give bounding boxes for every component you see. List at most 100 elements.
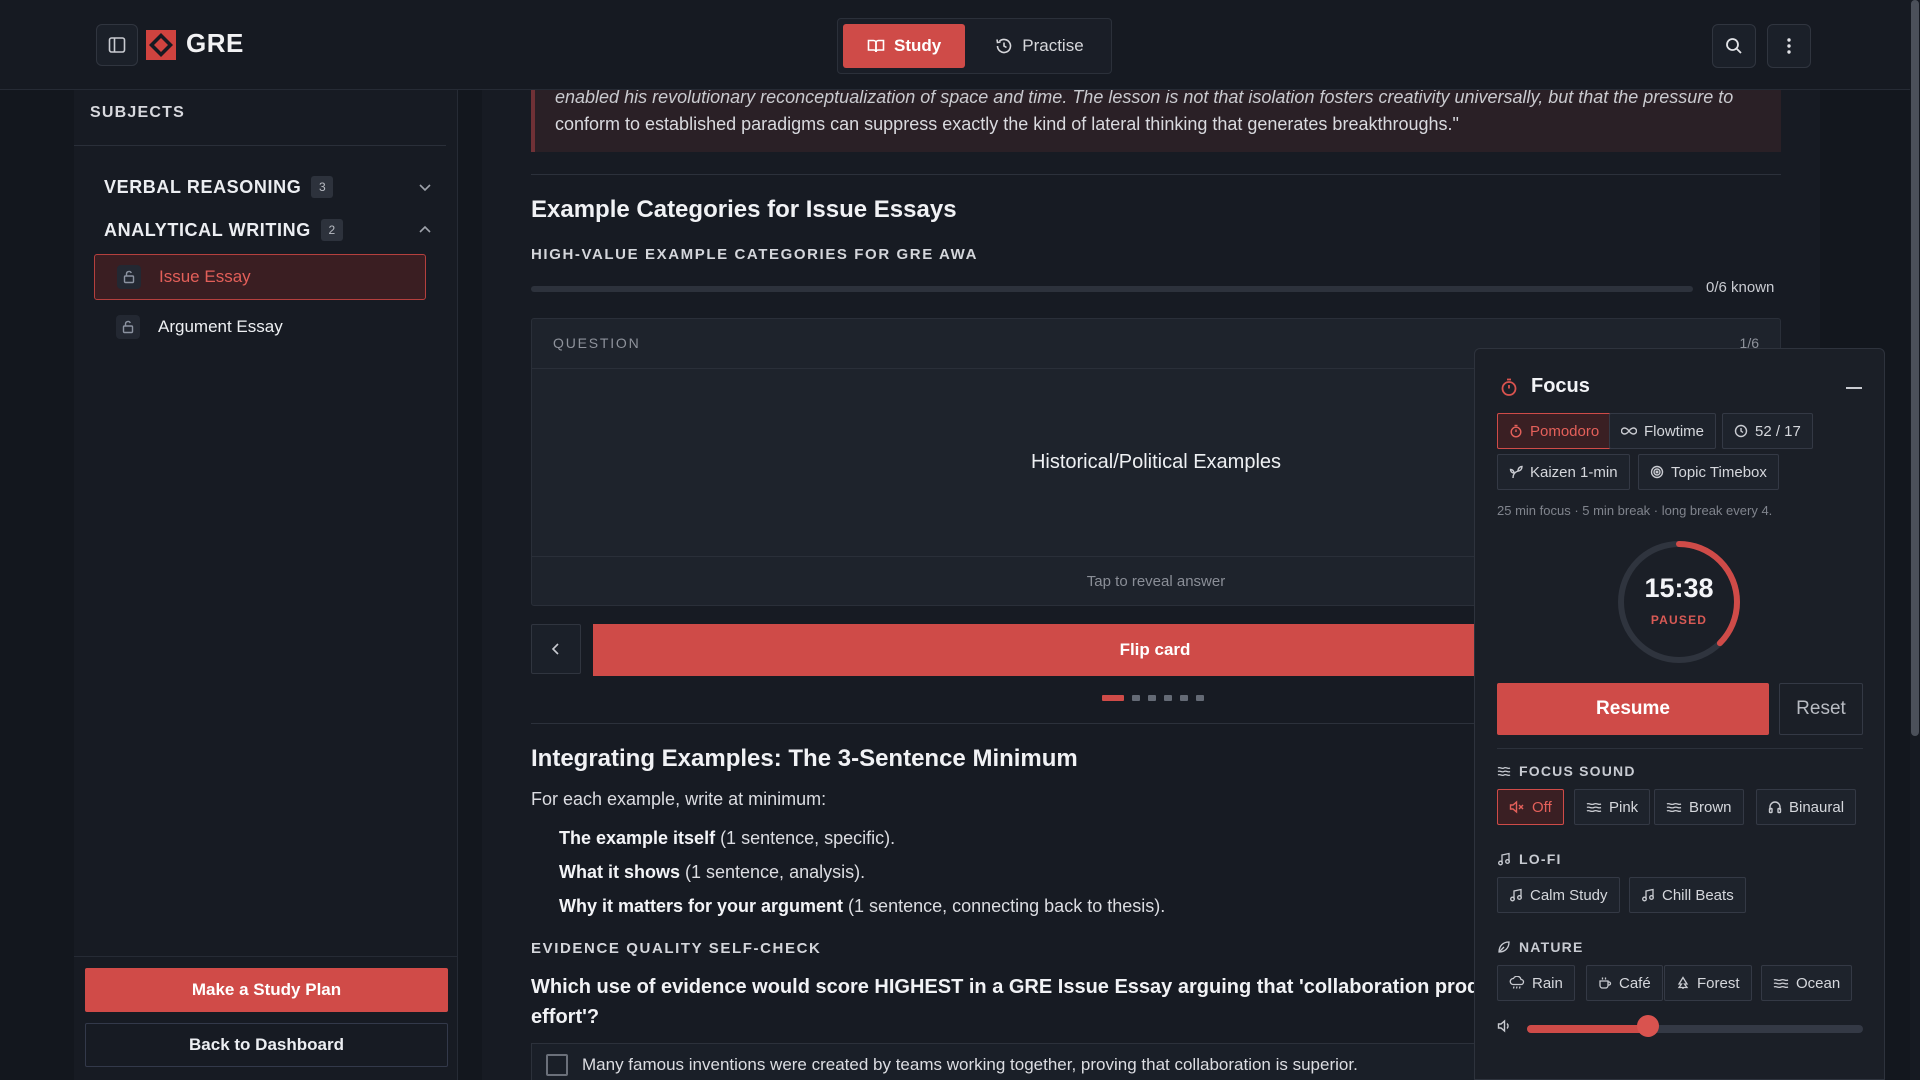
nature-ocean[interactable]: Ocean — [1761, 965, 1853, 1001]
sound-binaural[interactable]: Binaural — [1756, 789, 1857, 825]
tab-practise[interactable]: Practise — [971, 24, 1107, 68]
waves-icon — [1666, 802, 1682, 813]
quote-line: enabled his revolutionary reconceptualiz… — [555, 90, 1734, 107]
chip-label: Forest — [1697, 974, 1740, 992]
focus-panel: Focus Pomodoro Flowtime 52 / 17 Kaizen 1… — [1474, 348, 1885, 1080]
sidebar-item-issue-essay[interactable]: Issue Essay — [94, 254, 426, 300]
list-item-bold: Why it matters for your argument — [559, 896, 844, 916]
group-verbal-reasoning[interactable]: VERBAL REASONING 3 — [104, 169, 434, 205]
lofi-calm-study[interactable]: Calm Study — [1497, 877, 1620, 913]
deck-title: HIGH-VALUE EXAMPLE CATEGORIES FOR GRE AW… — [531, 246, 979, 263]
chip-label: Ocean — [1796, 974, 1841, 992]
waves-icon — [1773, 978, 1789, 989]
sound-off[interactable]: Off — [1497, 789, 1564, 825]
reset-button[interactable]: Reset — [1779, 683, 1863, 735]
list-item-bold: The example itself — [559, 828, 716, 848]
sprout-icon — [1509, 465, 1523, 479]
section-label: FOCUS SOUND — [1519, 763, 1636, 779]
technique-pomodoro[interactable]: Pomodoro — [1497, 413, 1612, 449]
focus-divider — [1497, 748, 1863, 749]
group-label: VERBAL REASONING — [104, 176, 302, 197]
chip-label: 52 / 17 — [1755, 422, 1801, 440]
sound-pink[interactable]: Pink — [1574, 789, 1651, 825]
deck-progress-bar — [531, 286, 1693, 292]
quote-block: enabled his revolutionary reconceptualiz… — [531, 90, 1781, 152]
tab-practise-label: Practise — [1022, 36, 1084, 55]
sidebar-item-argument-essay[interactable]: Argument Essay — [94, 304, 426, 350]
sound-brown[interactable]: Brown — [1654, 789, 1744, 825]
chip-label: Chill Beats — [1662, 886, 1734, 904]
infinity-icon — [1621, 427, 1637, 435]
cloud-rain-icon — [1509, 976, 1525, 989]
lock-open-icon — [117, 265, 141, 289]
pagination-dot[interactable] — [1180, 695, 1188, 701]
mode-switch: Study Practise — [837, 18, 1112, 74]
nature-rain[interactable]: Rain — [1497, 965, 1575, 1001]
more-menu-button[interactable] — [1767, 24, 1811, 68]
list-item: What it shows (1 sentence, analysis). — [559, 862, 865, 883]
volume-slider[interactable] — [1527, 1025, 1863, 1033]
list-item-bold: What it shows — [559, 862, 680, 882]
deck-progress-label: 0/6 known — [1706, 279, 1775, 296]
headphones-icon — [1768, 801, 1782, 814]
sidebar-divider — [74, 145, 446, 146]
technique-description: 25 min focus · 5 min break · long break … — [1497, 503, 1773, 518]
tree-icon — [1677, 976, 1689, 989]
panel-left-icon — [108, 37, 126, 53]
sidebar-item-label: Argument Essay — [158, 317, 283, 336]
list-item-rest: (1 sentence, analysis). — [680, 862, 866, 882]
timer-ring: 15:38 PAUSED — [1616, 539, 1742, 665]
option-checkbox[interactable] — [546, 1054, 568, 1076]
section-divider — [531, 174, 1781, 175]
sidebar-item-label: Issue Essay — [159, 267, 251, 286]
pagination-dot[interactable] — [1148, 695, 1156, 701]
chip-label: Pomodoro — [1530, 422, 1600, 440]
coffee-icon — [1599, 977, 1612, 989]
history-icon — [996, 38, 1012, 54]
search-button[interactable] — [1712, 24, 1756, 68]
technique-flowtime[interactable]: Flowtime — [1609, 413, 1717, 449]
tab-study[interactable]: Study — [843, 24, 966, 68]
target-icon — [1650, 465, 1664, 479]
app-title: GRE — [186, 28, 244, 58]
back-to-dashboard-button[interactable]: Back to Dashboard — [85, 1023, 448, 1067]
minimize-icon[interactable] — [1846, 387, 1862, 389]
chip-label: Topic Timebox — [1671, 463, 1767, 481]
focus-header: Focus — [1499, 375, 1590, 398]
quote-line: conform to established paradigms can sup… — [555, 114, 1459, 134]
lofi-chill-beats[interactable]: Chill Beats — [1629, 877, 1746, 913]
intro-text: For each example, write at minimum: — [531, 789, 827, 809]
make-study-plan-button[interactable]: Make a Study Plan — [85, 968, 448, 1012]
waves-icon — [1497, 766, 1511, 777]
more-vertical-icon — [1787, 38, 1791, 54]
chip-label: Calm Study — [1530, 886, 1608, 904]
pagination-dot[interactable] — [1196, 695, 1204, 701]
technique-topic-timebox[interactable]: Topic Timebox — [1638, 454, 1779, 490]
app-logo-icon — [146, 30, 176, 60]
previous-card-button[interactable] — [531, 624, 581, 674]
nature-cafe[interactable]: Café — [1586, 965, 1663, 1001]
sidebar-toggle-button[interactable] — [96, 24, 138, 66]
section-label: NATURE — [1519, 939, 1584, 955]
timer-state: PAUSED — [1650, 613, 1708, 627]
volume-slider-thumb[interactable] — [1636, 1015, 1659, 1037]
sidebar-heading: SUBJECTS — [90, 104, 185, 121]
technique-52-17[interactable]: 52 / 17 — [1722, 413, 1813, 449]
chip-label: Binaural — [1789, 798, 1845, 816]
pagination-dot[interactable] — [1102, 695, 1124, 701]
section-title: Integrating Examples: The 3-Sentence Min… — [531, 745, 1078, 772]
group-analytical-writing[interactable]: ANALYTICAL WRITING 2 — [104, 212, 434, 248]
volume-slider-fill — [1527, 1025, 1648, 1033]
chevron-down-icon — [419, 184, 431, 192]
timer-icon — [1510, 424, 1522, 438]
chip-label: Rain — [1532, 974, 1563, 992]
lock-open-icon — [116, 315, 140, 339]
resume-button[interactable]: Resume — [1497, 683, 1769, 735]
nature-forest[interactable]: Forest — [1664, 965, 1752, 1001]
group-label: ANALYTICAL WRITING — [104, 219, 311, 240]
self-check-title: EVIDENCE QUALITY SELF-CHECK — [531, 940, 822, 957]
page-scrollbar-thumb[interactable] — [1911, 0, 1919, 736]
pagination-dot[interactable] — [1132, 695, 1140, 701]
technique-kaizen[interactable]: Kaizen 1-min — [1497, 454, 1630, 490]
pagination-dot[interactable] — [1164, 695, 1172, 701]
